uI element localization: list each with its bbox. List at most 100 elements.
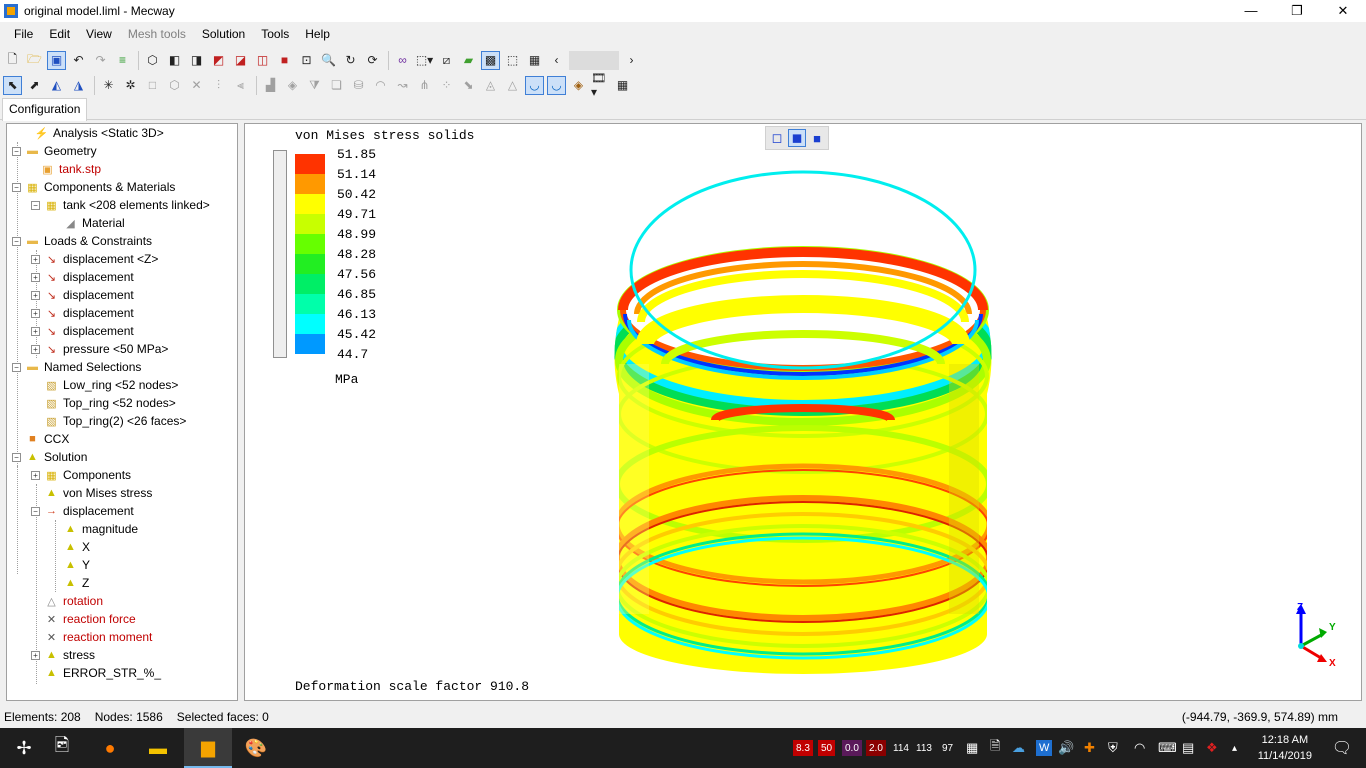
3d-viewport[interactable]: von Mises stress solids ◻ ◼ ■ 51.85 51.1… [244,123,1362,701]
select-element-icon[interactable]: ◮ [69,76,88,95]
open-folder-icon[interactable]: 🗁 [25,51,44,70]
tree-node[interactable]: ▲ ERROR_STR_%_ [44,664,161,682]
tray-temp-3[interactable]: 97 [942,740,953,756]
zoom-icon[interactable]: 🔍 [319,51,338,70]
surface-view-icon[interactable]: ▰ [459,51,478,70]
tree-node[interactable]: + ↘ pressure <50 MPa> [31,340,168,358]
select-mode-icon[interactable]: ⬚▾ [415,51,434,70]
select-node-icon[interactable]: ⬈ [25,76,44,95]
scroll-left-icon[interactable]: ‹ [547,51,566,70]
tray-chevron-icon[interactable]: ▴ [1232,740,1237,756]
tray-gpu-3[interactable]: 0.0 [842,740,862,756]
restore-button[interactable]: ❐ [1274,0,1320,22]
collapse-icon[interactable]: − [12,146,21,156]
menu-solution[interactable]: Solution [194,27,253,41]
film-icon[interactable]: 🎞▾ [591,71,610,99]
table-icon[interactable]: ▦ [613,76,632,95]
wireframe-view-icon[interactable]: ⬚ [503,51,522,70]
tree-node[interactable]: ▧ Top_ring <52 nodes> [44,394,175,412]
select-pointer-icon[interactable]: ⬉ [3,75,22,95]
expand-icon[interactable]: + [31,326,40,336]
sweep-icon[interactable]: ◠ [371,76,390,95]
tree-node[interactable]: ▲ X [63,538,90,556]
wifi-icon[interactable]: ◠ [1134,740,1145,756]
mesh-view-icon[interactable]: ⧄ [437,51,456,70]
view-bottom-icon[interactable]: ■ [275,51,294,70]
menu-tools[interactable]: Tools [253,27,297,41]
delete-icon[interactable]: ✕ [187,76,206,95]
refine-icon[interactable]: ⫷ [231,76,250,95]
tree-node[interactable]: − ▬ Loads & Constraints [12,232,152,250]
collapse-icon[interactable]: − [12,236,21,246]
menu-edit[interactable]: Edit [41,27,78,41]
tree-node[interactable]: + ↘ displacement [31,286,134,304]
tree-node[interactable]: − ▲ Solution [12,448,87,466]
collapse-icon[interactable]: − [12,182,21,192]
menu-mesh-tools[interactable]: Mesh tools [120,27,194,41]
scale-icon[interactable]: ⬊ [459,76,478,95]
tree-node[interactable]: + ▦ Components [31,466,131,484]
solid-view-icon[interactable]: ▩ [481,50,500,70]
tray-gpu-4[interactable]: 2.0 [866,740,886,756]
explode-icon[interactable]: ✳ [99,76,118,95]
collapse-icon[interactable]: − [12,362,21,372]
points-icon[interactable]: ⁘ [437,76,456,95]
split-icon[interactable]: ⫶ [209,76,228,95]
tree-node[interactable]: ▧ Top_ring(2) <26 faces> [44,412,186,430]
menu-view[interactable]: View [78,27,120,41]
scroll-right-icon[interactable]: › [622,51,641,70]
document-icon[interactable]: 🗎 [990,738,1000,756]
box-icon[interactable]: □ [143,76,162,95]
deformed-view-icon[interactable]: ◡ [525,75,544,95]
tree-node[interactable]: + ↘ displacement <Z> [31,250,158,268]
menu-help[interactable]: Help [297,27,338,41]
spin-icon[interactable]: ⟳ [363,51,382,70]
view-top-icon[interactable]: ◫ [253,51,272,70]
tree-node[interactable]: ▲ von Mises stress [44,484,152,502]
paint-icon[interactable]: 🎨 [232,728,280,768]
security-icon[interactable]: ✚ [1084,740,1095,756]
expand-icon[interactable]: + [31,308,40,318]
mecway-taskbar-icon[interactable]: ▆ [184,728,232,768]
undo-icon[interactable]: ↶ [69,51,88,70]
tetra-icon[interactable]: ⋔ [415,76,434,95]
tree-node[interactable]: + ▲ stress [31,646,95,664]
tree-node[interactable]: − ▦ tank <208 elements linked> [31,196,210,214]
tree-node[interactable]: − ▦ Components & Materials [12,178,175,196]
bend-icon[interactable]: ↝ [393,76,412,95]
expand-icon[interactable]: + [31,650,40,660]
zoom-fit-icon[interactable]: ⊡ [297,51,316,70]
tree-node[interactable]: − → displacement [31,502,134,520]
tree-node[interactable]: ■ CCX [25,430,69,448]
undeformed-view-icon[interactable]: ◡ [547,75,566,95]
expand-icon[interactable]: + [31,254,40,264]
view-front-icon[interactable]: ◧ [165,51,184,70]
expand-icon[interactable]: + [31,272,40,282]
view-back-icon[interactable]: ◨ [187,51,206,70]
tree-node[interactable]: ⚡ Analysis <Static 3D> [21,124,164,142]
revolve-icon[interactable]: ◈ [283,76,302,95]
cloud-icon[interactable]: ☁ [1012,740,1025,756]
redo-icon[interactable]: ↷ [91,51,110,70]
collapse-icon[interactable]: − [31,506,40,516]
tree-node[interactable]: + ↘ displacement [31,268,134,286]
tray-temp-1[interactable]: 114 [893,740,909,756]
tree-node[interactable]: △ rotation [44,592,103,610]
tree-node[interactable]: − ▬ Named Selections [12,358,141,376]
keyboard-icon[interactable]: ⌨ [1158,740,1177,756]
shield-icon[interactable]: ⛨ [1108,740,1118,756]
menu-file[interactable]: File [6,27,41,41]
tree-node[interactable]: ▣ tank.stp [40,160,101,178]
view-right-icon[interactable]: ◪ [231,51,250,70]
drive-icon[interactable]: ▤ [1182,740,1194,756]
solve-icon[interactable]: ≡ [113,51,132,70]
extrude-icon[interactable]: ▟ [261,76,280,95]
glasses-icon[interactable]: ∞ [393,51,412,70]
triangle-icon[interactable]: ◬ [481,76,500,95]
rotate-icon[interactable]: ↻ [341,51,360,70]
scroll-thumb[interactable] [569,50,619,70]
view-left-icon[interactable]: ◩ [209,51,228,70]
expand-icon[interactable]: + [31,344,40,354]
tree-node[interactable]: ▲ Z [63,574,89,592]
system-clock[interactable]: 12:18 AM 11/14/2019 [1258,732,1312,764]
